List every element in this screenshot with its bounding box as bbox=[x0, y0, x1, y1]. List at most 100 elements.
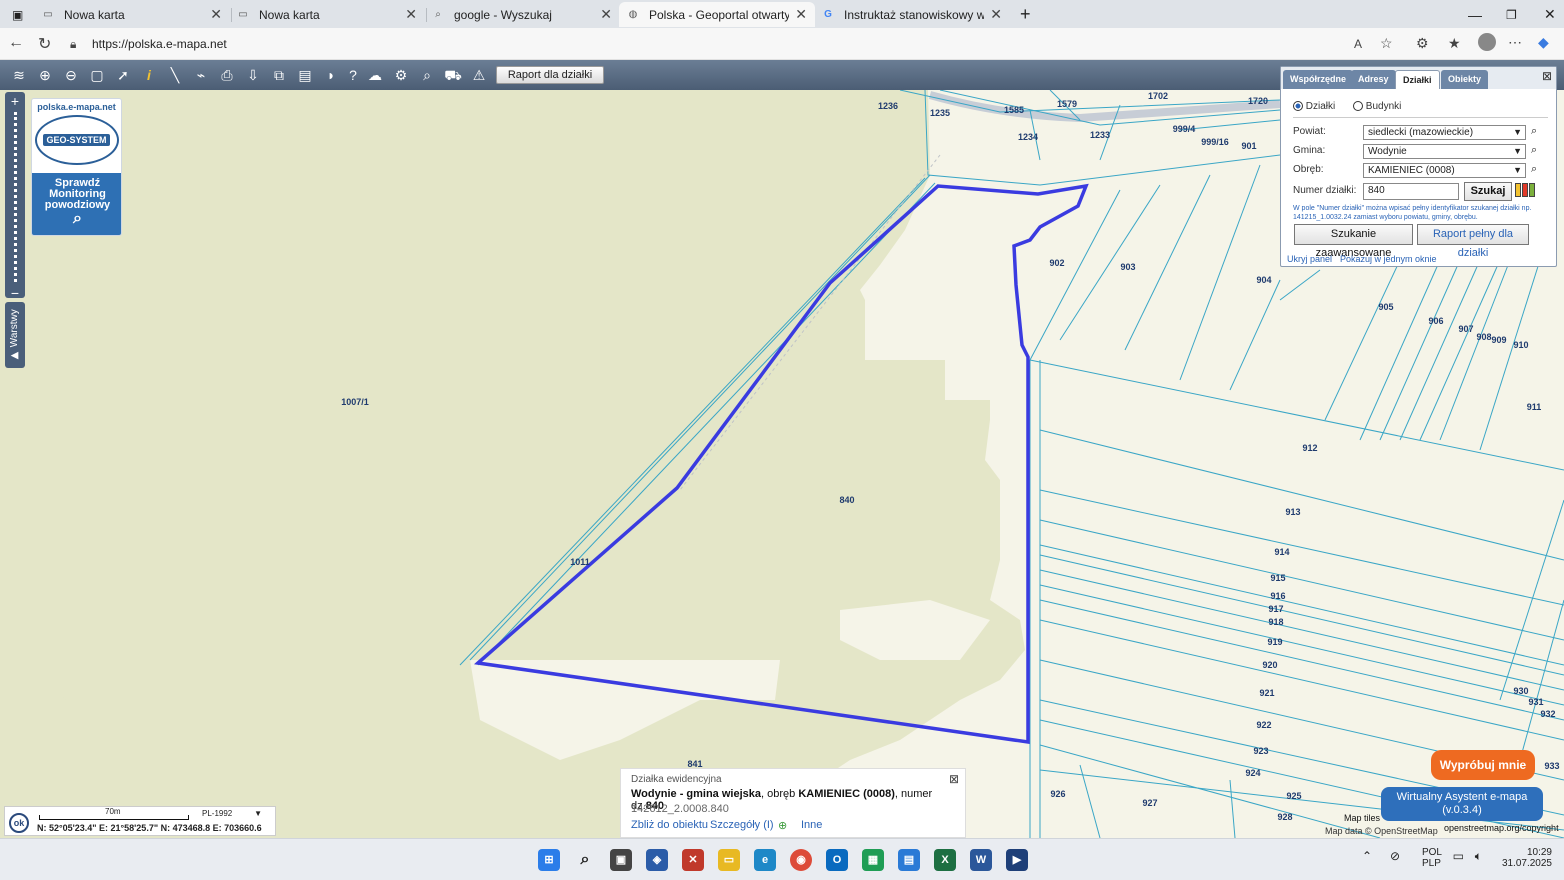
tab-3[interactable]: ⌕ google - Wyszukaj ✕ bbox=[424, 2, 620, 27]
cart-icon[interactable]: ⛟ bbox=[444, 66, 462, 84]
chrome-icon[interactable]: ◉ bbox=[790, 849, 812, 871]
close-icon[interactable]: ✕ bbox=[210, 6, 222, 23]
speaker-icon[interactable]: 🔈︎ bbox=[1475, 849, 1482, 864]
close-icon[interactable]: ✕ bbox=[795, 6, 807, 23]
favorite-star-icon[interactable]: ☆ bbox=[1380, 35, 1393, 52]
network-icon[interactable]: ⊘ bbox=[1390, 849, 1400, 863]
zoom-minus-icon[interactable]: − bbox=[5, 286, 25, 300]
one-window-link[interactable]: Pokazuj w jednym oknie bbox=[1340, 254, 1437, 264]
radio-unchecked-icon[interactable] bbox=[1353, 101, 1363, 112]
select-arrow-icon[interactable]: ➚ bbox=[114, 66, 132, 84]
task-view-icon[interactable]: ▣ bbox=[610, 849, 632, 871]
info-icon[interactable]: i bbox=[140, 66, 158, 84]
avatar[interactable] bbox=[1478, 33, 1496, 51]
radio-dzialki[interactable]: Działki bbox=[1293, 101, 1335, 112]
chevron-up-icon[interactable]: ⌃ bbox=[1362, 849, 1372, 863]
app-icon-1[interactable]: ◈ bbox=[646, 849, 668, 871]
minimize-icon[interactable]: — bbox=[1460, 2, 1482, 27]
url-field[interactable]: https://polska.e-mapa.net bbox=[92, 37, 227, 51]
zoom-in-icon[interactable]: ⊕ bbox=[36, 66, 54, 84]
numer-input[interactable]: 840 bbox=[1363, 183, 1459, 200]
color-red-icon[interactable] bbox=[1522, 183, 1528, 197]
comment-icon[interactable]: ◗ bbox=[322, 66, 340, 84]
parcel-report-button[interactable]: Raport dla działki bbox=[496, 66, 604, 84]
radio-checked-icon[interactable] bbox=[1293, 101, 1303, 112]
search-icon[interactable]: ⌕ bbox=[1531, 144, 1537, 157]
tab-4-active[interactable]: ◍ Polska - Geoportal otwartych dan ✕ bbox=[619, 2, 815, 27]
app-icon-3[interactable]: ▶ bbox=[1006, 849, 1028, 871]
reload-icon[interactable]: ↻ bbox=[38, 34, 51, 54]
search-zoom-icon[interactable]: ⌕ bbox=[418, 66, 436, 84]
edge-icon[interactable]: e bbox=[754, 849, 776, 871]
cloud-upload-icon[interactable]: ☁ bbox=[366, 66, 384, 84]
favorites-icon[interactable]: ★ bbox=[1448, 35, 1461, 52]
full-report-button[interactable]: Raport pełny dla działki bbox=[1417, 224, 1529, 259]
more-icon[interactable]: ⋯ bbox=[1508, 34, 1522, 51]
close-icon[interactable]: ⊠ bbox=[949, 772, 959, 786]
add-circle-icon[interactable]: ⊕ bbox=[778, 819, 787, 832]
search-icon[interactable]: ⌕ bbox=[574, 849, 596, 871]
back-icon[interactable]: ← bbox=[8, 34, 24, 52]
tab-obiekty[interactable]: Obiekty bbox=[1441, 70, 1489, 89]
details-link[interactable]: Szczegóły (I) bbox=[710, 819, 774, 831]
osm-copyright-link[interactable]: openstreetmap.org/copyright bbox=[1444, 823, 1559, 833]
full-extent-icon[interactable]: ▢ bbox=[88, 66, 106, 84]
search-icon[interactable]: ⌕ bbox=[1531, 125, 1537, 138]
color-green-icon[interactable] bbox=[1529, 183, 1535, 197]
warning-icon[interactable]: ⚠ bbox=[470, 66, 488, 84]
szukaj-button[interactable]: Szukaj bbox=[1464, 182, 1512, 201]
sheets-icon[interactable]: ▦ bbox=[862, 849, 884, 871]
app-icon-2[interactable]: ✕ bbox=[682, 849, 704, 871]
excel-icon[interactable]: X bbox=[934, 849, 956, 871]
read-aloud-icon[interactable]: A bbox=[1354, 37, 1362, 51]
settings-icon[interactable]: ⚙ bbox=[392, 66, 410, 84]
input-language[interactable]: POL PLP bbox=[1422, 847, 1442, 869]
file-explorer-icon[interactable]: ▭ bbox=[718, 849, 740, 871]
word-icon[interactable]: W bbox=[970, 849, 992, 871]
maximize-icon[interactable]: ❐ bbox=[1498, 2, 1518, 27]
print-icon[interactable]: ⎙ bbox=[218, 66, 236, 84]
try-me-button[interactable]: Wypróbuj mnie bbox=[1431, 750, 1535, 780]
clock[interactable]: 10:29 31.07.2025 bbox=[1502, 847, 1552, 869]
powiat-select[interactable]: siedlecki (mazowieckie) ▼ bbox=[1363, 125, 1526, 140]
ok-button[interactable]: ok bbox=[9, 813, 29, 833]
obreb-select[interactable]: KAMIENIEC (0008) ▼ bbox=[1363, 163, 1526, 178]
virtual-assistant-button[interactable]: Wirtualny Asystent e-mapa (v.0.3.4) bbox=[1381, 787, 1543, 821]
zoom-slider[interactable]: + − bbox=[5, 92, 25, 300]
zoom-track[interactable] bbox=[13, 112, 17, 282]
measure-distance-icon[interactable]: ╲ bbox=[166, 66, 184, 84]
close-icon[interactable]: ✕ bbox=[990, 6, 1002, 23]
flood-monitoring-banner[interactable]: Sprawdź Monitoring powodziowy ⌕ bbox=[32, 173, 121, 235]
zoom-out-icon[interactable]: ⊖ bbox=[62, 66, 80, 84]
geo-system-logo[interactable]: polska.e-mapa.net GEO-SYSTEM Sprawdź Mon… bbox=[31, 98, 122, 236]
window-close-icon[interactable]: ✕ bbox=[1536, 2, 1556, 27]
help-icon[interactable]: ? bbox=[344, 66, 362, 84]
copy-icon[interactable]: ⧉ bbox=[270, 66, 288, 84]
crs-select[interactable]: PL-1992 ▼ bbox=[202, 809, 264, 818]
outlook-icon[interactable]: O bbox=[826, 849, 848, 871]
tab-dzialki[interactable]: Działki bbox=[1395, 70, 1440, 89]
layers-icon[interactable]: ≋ bbox=[10, 66, 28, 84]
start-icon[interactable]: ⊞ bbox=[538, 849, 560, 871]
tab-actions-icon[interactable]: ▣ bbox=[4, 2, 28, 27]
tab-2[interactable]: ▭ Nowa karta ✕ bbox=[229, 2, 425, 27]
close-icon[interactable]: ⊠ bbox=[1542, 69, 1552, 83]
tab-5[interactable]: G Instruktaż stanowiskowy wzór PD ✕ bbox=[814, 2, 1010, 27]
calculator-icon[interactable]: ▤ bbox=[898, 849, 920, 871]
new-tab-button[interactable]: + bbox=[1012, 2, 1036, 27]
radio-budynki[interactable]: Budynki bbox=[1353, 101, 1401, 112]
layout-icon[interactable]: ▤ bbox=[296, 66, 314, 84]
hide-panel-link[interactable]: Ukryj panel bbox=[1287, 254, 1332, 264]
search-icon[interactable]: ⌕ bbox=[1531, 163, 1537, 176]
download-icon[interactable]: ⇩ bbox=[244, 66, 262, 84]
tab-wspolrzedne[interactable]: Współrzędne bbox=[1283, 70, 1354, 89]
layers-panel-toggle[interactable]: ▶ Warstwy bbox=[5, 302, 25, 368]
display-icon[interactable]: ▭ bbox=[1453, 849, 1464, 863]
color-yellow-icon[interactable] bbox=[1515, 183, 1521, 197]
measure-area-icon[interactable]: ⌁ bbox=[192, 66, 210, 84]
close-icon[interactable]: ✕ bbox=[405, 6, 417, 23]
tab-1[interactable]: ▭ Nowa karta ✕ bbox=[34, 2, 230, 27]
gmina-select[interactable]: Wodynie ▼ bbox=[1363, 144, 1526, 159]
tab-adresy[interactable]: Adresy bbox=[1351, 70, 1396, 89]
zoom-plus-icon[interactable]: + bbox=[5, 94, 25, 108]
